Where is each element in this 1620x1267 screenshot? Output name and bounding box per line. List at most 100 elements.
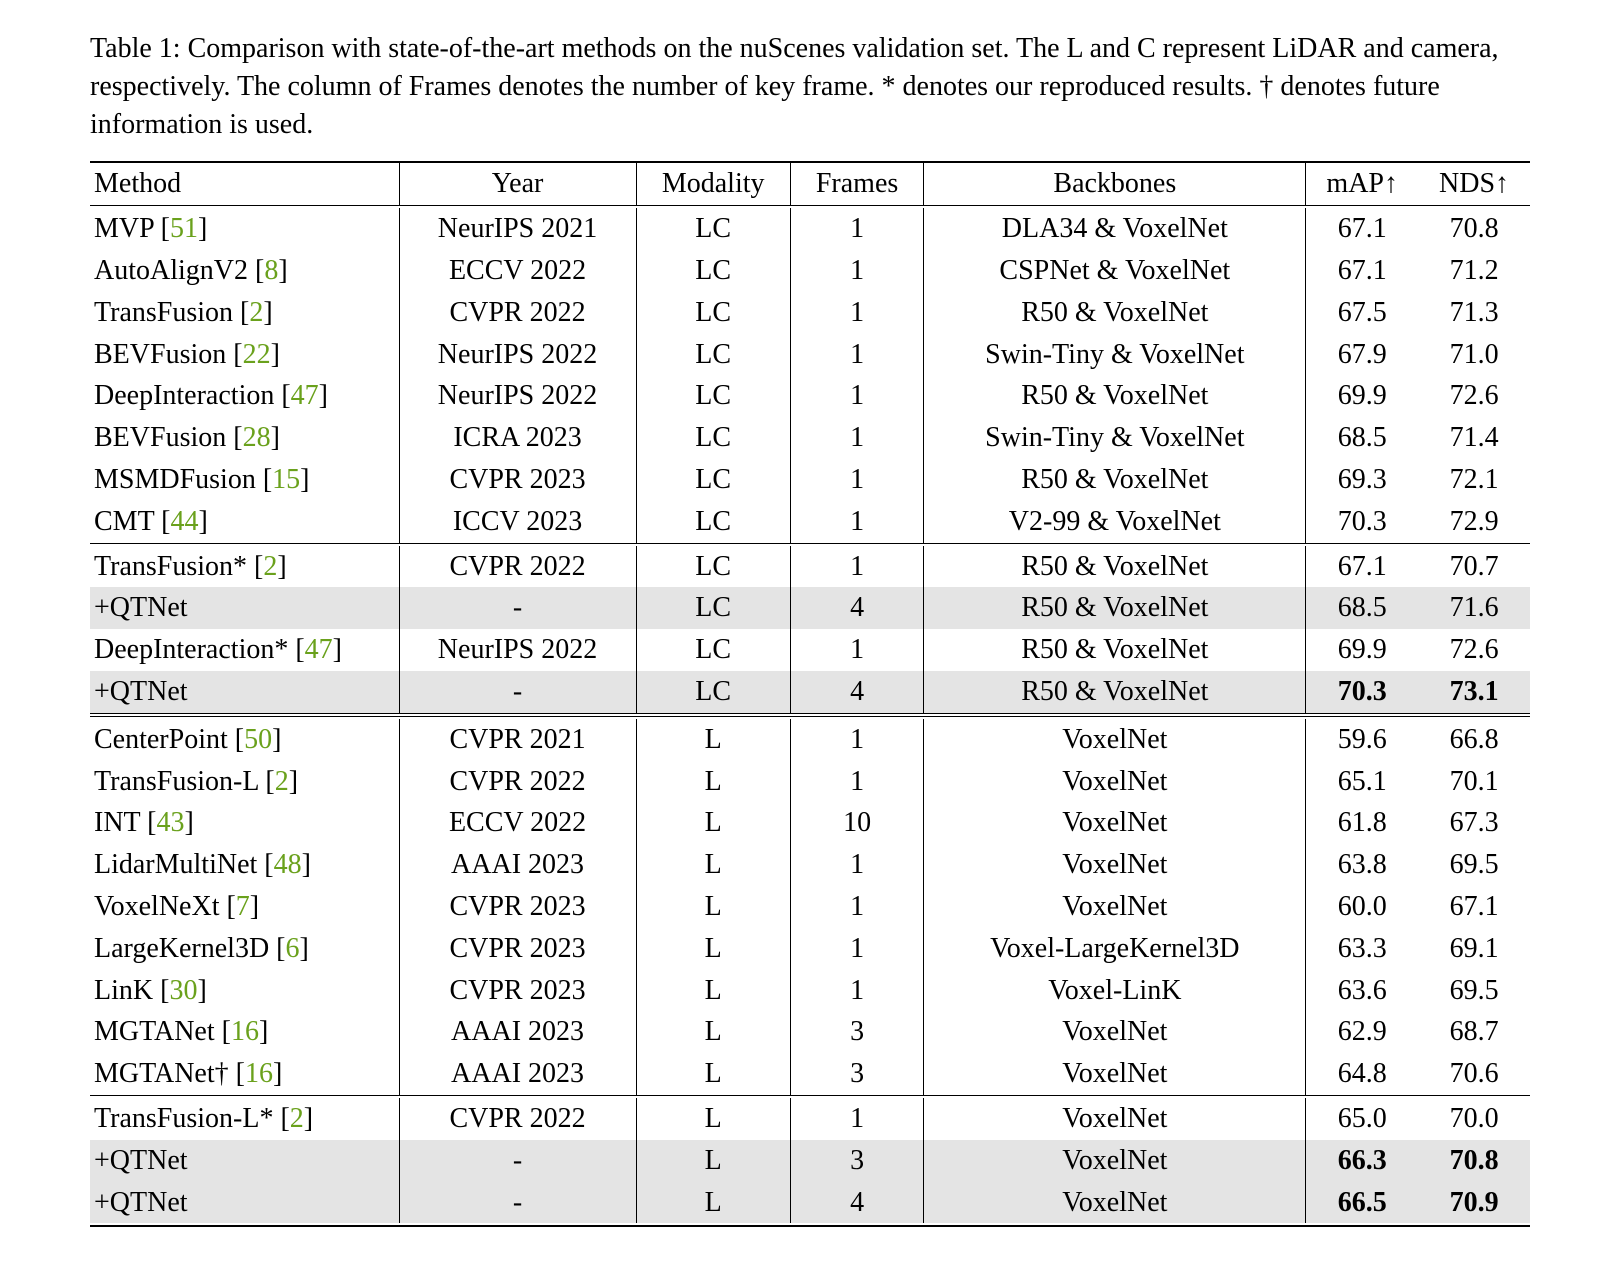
table-row: TransFusion* [2]CVPR 2022LC1R50 & VoxelN… bbox=[90, 546, 1530, 588]
frames-cell: 1 bbox=[790, 844, 924, 886]
frames-cell: 1 bbox=[790, 761, 924, 803]
col-modality: Modality bbox=[636, 162, 790, 205]
table-row: MGTANet [16]AAAI 2023L3VoxelNet62.968.7 bbox=[90, 1011, 1530, 1053]
method-cell: LidarMultiNet [48] bbox=[90, 844, 399, 886]
table-row: BEVFusion [22]NeurIPS 2022LC1Swin-Tiny &… bbox=[90, 334, 1530, 376]
table-row: +QTNet-L4VoxelNet66.570.9 bbox=[90, 1182, 1530, 1224]
frames-cell: 1 bbox=[790, 928, 924, 970]
year-cell: - bbox=[399, 671, 636, 713]
backbones-cell: Voxel-LargeKernel3D bbox=[924, 928, 1306, 970]
map-cell: 66.5 bbox=[1306, 1182, 1418, 1224]
backbones-cell: R50 & VoxelNet bbox=[924, 459, 1306, 501]
map-cell: 67.1 bbox=[1306, 546, 1418, 588]
backbones-cell: CSPNet & VoxelNet bbox=[924, 250, 1306, 292]
method-cell: DeepInteraction* [47] bbox=[90, 629, 399, 671]
col-map: mAP↑ bbox=[1306, 162, 1418, 205]
table-row: TransFusion [2]CVPR 2022LC1R50 & VoxelNe… bbox=[90, 292, 1530, 334]
backbones-cell: VoxelNet bbox=[924, 1053, 1306, 1095]
year-cell: NeurIPS 2022 bbox=[399, 334, 636, 376]
frames-cell: 1 bbox=[790, 375, 924, 417]
backbones-cell: R50 & VoxelNet bbox=[924, 292, 1306, 334]
backbones-cell: VoxelNet bbox=[924, 886, 1306, 928]
table-row: +QTNet-LC4R50 & VoxelNet70.373.1 bbox=[90, 671, 1530, 713]
modality-cell: LC bbox=[636, 629, 790, 671]
nds-cell: 70.8 bbox=[1418, 208, 1530, 250]
nds-cell: 68.7 bbox=[1418, 1011, 1530, 1053]
backbones-cell: VoxelNet bbox=[924, 761, 1306, 803]
backbones-cell: R50 & VoxelNet bbox=[924, 587, 1306, 629]
frames-cell: 4 bbox=[790, 587, 924, 629]
table-row: MVP [51]NeurIPS 2021LC1DLA34 & VoxelNet6… bbox=[90, 208, 1530, 250]
method-cell: TransFusion [2] bbox=[90, 292, 399, 334]
frames-cell: 1 bbox=[790, 334, 924, 376]
frames-cell: 3 bbox=[790, 1011, 924, 1053]
frames-cell: 3 bbox=[790, 1140, 924, 1182]
backbones-cell: VoxelNet bbox=[924, 844, 1306, 886]
backbones-cell: VoxelNet bbox=[924, 1098, 1306, 1140]
backbones-cell: Swin-Tiny & VoxelNet bbox=[924, 334, 1306, 376]
modality-cell: LC bbox=[636, 375, 790, 417]
map-cell: 67.1 bbox=[1306, 208, 1418, 250]
nds-cell: 71.0 bbox=[1418, 334, 1530, 376]
modality-cell: LC bbox=[636, 417, 790, 459]
backbones-cell: VoxelNet bbox=[924, 719, 1306, 761]
map-cell: 67.1 bbox=[1306, 250, 1418, 292]
modality-cell: L bbox=[636, 1011, 790, 1053]
modality-cell: LC bbox=[636, 334, 790, 376]
modality-cell: L bbox=[636, 1053, 790, 1095]
map-cell: 69.9 bbox=[1306, 375, 1418, 417]
backbones-cell: R50 & VoxelNet bbox=[924, 629, 1306, 671]
year-cell: - bbox=[399, 587, 636, 629]
nds-cell: 71.3 bbox=[1418, 292, 1530, 334]
nds-cell: 67.3 bbox=[1418, 802, 1530, 844]
backbones-cell: Voxel-LinK bbox=[924, 970, 1306, 1012]
nds-cell: 70.9 bbox=[1418, 1182, 1530, 1224]
year-cell: CVPR 2022 bbox=[399, 761, 636, 803]
nds-cell: 70.7 bbox=[1418, 546, 1530, 588]
year-cell: CVPR 2023 bbox=[399, 459, 636, 501]
nds-cell: 70.1 bbox=[1418, 761, 1530, 803]
year-cell: ECCV 2022 bbox=[399, 250, 636, 292]
year-cell: AAAI 2023 bbox=[399, 1053, 636, 1095]
method-cell: TransFusion-L [2] bbox=[90, 761, 399, 803]
map-cell: 66.3 bbox=[1306, 1140, 1418, 1182]
method-cell: VoxelNeXt [7] bbox=[90, 886, 399, 928]
backbones-cell: DLA34 & VoxelNet bbox=[924, 208, 1306, 250]
map-cell: 67.9 bbox=[1306, 334, 1418, 376]
backbones-cell: VoxelNet bbox=[924, 1182, 1306, 1224]
year-cell: NeurIPS 2022 bbox=[399, 629, 636, 671]
map-cell: 65.0 bbox=[1306, 1098, 1418, 1140]
nds-cell: 69.5 bbox=[1418, 970, 1530, 1012]
map-cell: 69.9 bbox=[1306, 629, 1418, 671]
modality-cell: L bbox=[636, 719, 790, 761]
year-cell: ICCV 2023 bbox=[399, 501, 636, 543]
map-cell: 67.5 bbox=[1306, 292, 1418, 334]
results-table: Method Year Modality Frames Backbones mA… bbox=[90, 161, 1530, 1227]
map-cell: 61.8 bbox=[1306, 802, 1418, 844]
frames-cell: 1 bbox=[790, 719, 924, 761]
modality-cell: LC bbox=[636, 208, 790, 250]
method-cell: BEVFusion [22] bbox=[90, 334, 399, 376]
year-cell: NeurIPS 2021 bbox=[399, 208, 636, 250]
col-method: Method bbox=[90, 162, 399, 205]
method-cell: MVP [51] bbox=[90, 208, 399, 250]
frames-cell: 1 bbox=[790, 886, 924, 928]
map-cell: 63.6 bbox=[1306, 970, 1418, 1012]
map-cell: 70.3 bbox=[1306, 671, 1418, 713]
backbones-cell: VoxelNet bbox=[924, 1011, 1306, 1053]
nds-cell: 72.1 bbox=[1418, 459, 1530, 501]
modality-cell: L bbox=[636, 886, 790, 928]
table-row: CMT [44]ICCV 2023LC1V2-99 & VoxelNet70.3… bbox=[90, 501, 1530, 543]
year-cell: CVPR 2023 bbox=[399, 970, 636, 1012]
frames-cell: 1 bbox=[790, 501, 924, 543]
modality-cell: LC bbox=[636, 546, 790, 588]
method-cell: TransFusion* [2] bbox=[90, 546, 399, 588]
backbones-cell: Swin-Tiny & VoxelNet bbox=[924, 417, 1306, 459]
table-row: VoxelNeXt [7]CVPR 2023L1VoxelNet60.067.1 bbox=[90, 886, 1530, 928]
frames-cell: 1 bbox=[790, 970, 924, 1012]
frames-cell: 1 bbox=[790, 1098, 924, 1140]
method-cell: +QTNet bbox=[90, 1140, 399, 1182]
backbones-cell: R50 & VoxelNet bbox=[924, 546, 1306, 588]
table-row: DeepInteraction* [47]NeurIPS 2022LC1R50 … bbox=[90, 629, 1530, 671]
map-cell: 59.6 bbox=[1306, 719, 1418, 761]
